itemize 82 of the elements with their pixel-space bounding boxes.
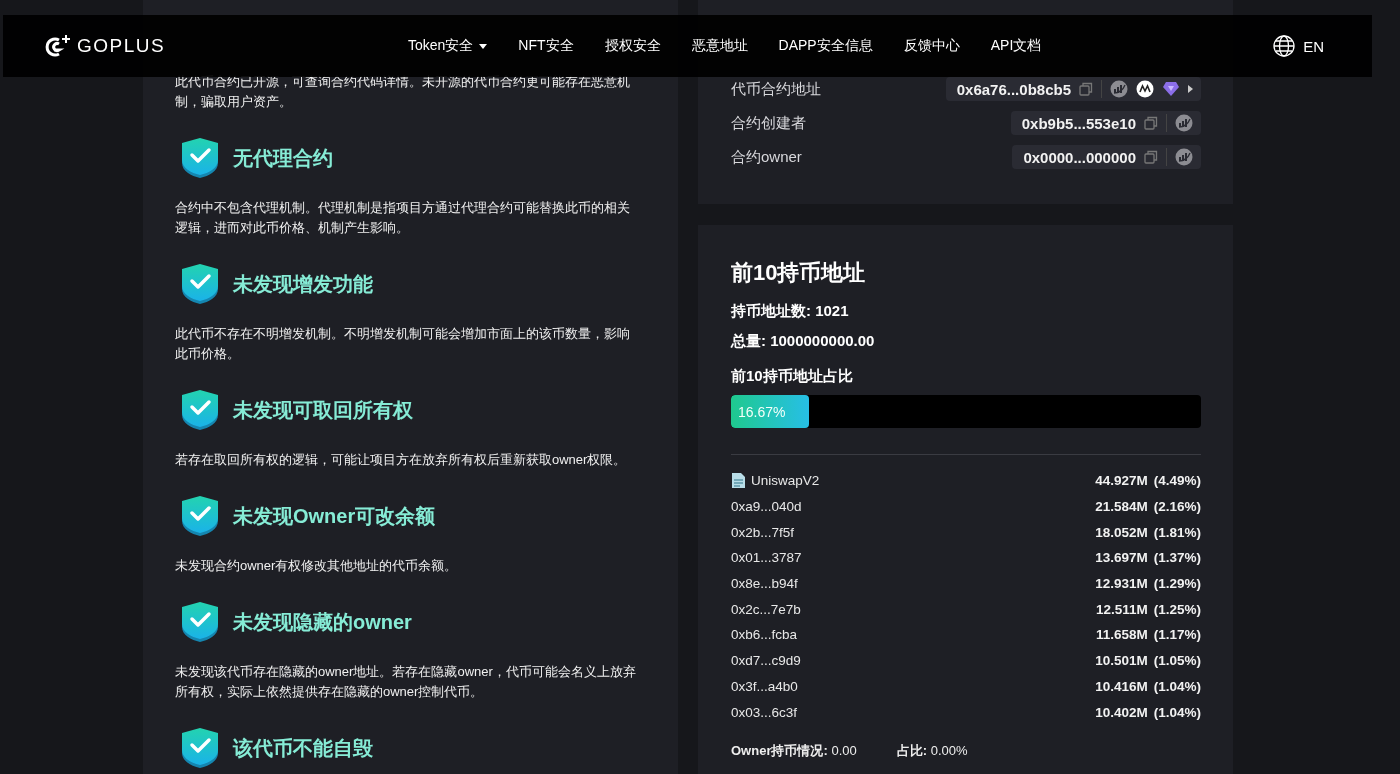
holder-address[interactable]: 0xb6...fcba bbox=[731, 627, 798, 643]
nav-link[interactable]: DAPP安全信息 bbox=[778, 37, 873, 55]
shield-check-icon bbox=[181, 495, 219, 537]
holder-percent: (2.16%) bbox=[1153, 499, 1201, 515]
holder-amount: 18.052M bbox=[1095, 524, 1148, 540]
check-description: 若存在取回所有权的逻辑，可能让项目方在放弃所有权后重新获取owner权限。 bbox=[175, 451, 628, 469]
copy-icon[interactable] bbox=[1144, 116, 1158, 130]
holder-percent: (4.49%) bbox=[1153, 473, 1201, 489]
document-icon bbox=[731, 472, 746, 490]
language-button[interactable]: EN bbox=[1273, 35, 1324, 57]
holder-amount: 10.402M bbox=[1095, 704, 1148, 720]
caret-icon[interactable] bbox=[1188, 85, 1193, 93]
address-value: 0xb9b5...553e10 bbox=[1021, 114, 1136, 132]
dropdown-caret-icon bbox=[479, 43, 488, 49]
holder-address[interactable]: 0x3f...a4b0 bbox=[731, 678, 798, 694]
owner-holding: Owner持币情况: 0.00 bbox=[731, 741, 857, 760]
info-label: 代币合约地址 bbox=[731, 79, 821, 99]
copy-icon[interactable] bbox=[1144, 150, 1158, 164]
holder-address[interactable]: 0x2c...7e7b bbox=[731, 601, 801, 617]
check-title: 未发现增发功能 bbox=[233, 271, 373, 297]
holders-title: 前10持币地址 bbox=[731, 259, 867, 287]
nav-link[interactable]: 恶意地址 bbox=[691, 37, 748, 55]
holder-address[interactable]: 0x01...3787 bbox=[731, 550, 802, 566]
explorer-icon[interactable] bbox=[1175, 148, 1193, 166]
globe-icon bbox=[1273, 35, 1296, 57]
check-description: 合约中不包含代理机制。代理机制是指项目方通过代理合约可能替换此币的相关逻辑，进而对此币价格、机制产生影响。 bbox=[175, 199, 631, 237]
logo-text: GOPLUS bbox=[77, 35, 166, 57]
address-value: 0x0000...000000 bbox=[1023, 148, 1136, 166]
shield-check-icon bbox=[181, 137, 219, 179]
holder-amount: 44.927M bbox=[1095, 473, 1148, 489]
check-description: 未发现该代币存在隐藏的owner地址。若存在隐藏owner，代币可能会名义上放弃所有权，实际上依然提供存在隐藏的owner控制代币。 bbox=[175, 663, 637, 701]
check-description: 此代币不存在不明增发机制。不明增发机制可能会增加市面上的该币数量，影响此币价格。 bbox=[175, 325, 631, 363]
explorer-icon[interactable] bbox=[1175, 114, 1193, 132]
shield-check-icon bbox=[181, 727, 219, 769]
holder-percent: (1.17%) bbox=[1153, 627, 1201, 643]
holder-percent: (1.29%) bbox=[1153, 576, 1201, 592]
holder-percent: (1.04%) bbox=[1153, 704, 1201, 720]
holder-percent: (1.04%) bbox=[1153, 678, 1201, 694]
market-icon[interactable] bbox=[1136, 80, 1154, 98]
address-value: 0x6a76...0b8cb5 bbox=[956, 80, 1071, 98]
nav-link[interactable]: 反馈中心 bbox=[903, 37, 960, 55]
holder-percent: (1.81%) bbox=[1153, 524, 1201, 540]
nav-link[interactable]: API文档 bbox=[990, 37, 1042, 55]
nav-link[interactable]: NFT安全 bbox=[518, 37, 574, 55]
holder-amount: 10.501M bbox=[1095, 653, 1148, 669]
holder-amount: 10.416M bbox=[1095, 678, 1148, 694]
holder-address[interactable]: 0x2b...7f5f bbox=[731, 524, 795, 540]
holder-address[interactable]: 0x03...6c3f bbox=[731, 704, 798, 720]
holder-percent: (1.37%) bbox=[1153, 550, 1201, 566]
check-description: 未发现合约owner有权修改其他地址的代币余额。 bbox=[175, 557, 459, 575]
holder-amount: 13.697M bbox=[1095, 550, 1148, 566]
shield-check-icon bbox=[181, 389, 219, 431]
check-title: 未发现可取回所有权 bbox=[233, 397, 413, 423]
total-supply: 总量: 1000000000.00 bbox=[731, 331, 876, 351]
holder-amount: 12.511M bbox=[1095, 601, 1148, 617]
holder-address[interactable]: 0xa9...040d bbox=[731, 499, 802, 515]
holder-address[interactable]: UniswapV2 bbox=[751, 473, 820, 489]
share-label: 前10持币地址占比 bbox=[731, 366, 854, 386]
holder-amount: 11.658M bbox=[1095, 627, 1148, 643]
shield-check-icon bbox=[181, 263, 219, 305]
explorer-icon[interactable] bbox=[1110, 80, 1128, 98]
copy-icon[interactable] bbox=[1079, 82, 1093, 96]
holder-percent: (1.25%) bbox=[1153, 601, 1201, 617]
info-label: 合约owner bbox=[731, 147, 802, 167]
holder-address[interactable]: 0xd7...c9d9 bbox=[731, 653, 801, 669]
check-title: 无代理合约 bbox=[233, 145, 333, 171]
shield-check-icon bbox=[181, 601, 219, 643]
holder-address[interactable]: 0x8e...b94f bbox=[731, 576, 798, 592]
check-description: 此代币合约已开源，可查询合约代码详情。未开源的代币合约更可能存在恶意机制，骗取用户资产。 bbox=[175, 73, 631, 111]
owner-share: 占比: 0.00% bbox=[896, 741, 968, 760]
check-title: 该代币不能自毁 bbox=[233, 735, 373, 761]
nav-link[interactable]: 授权安全 bbox=[604, 37, 661, 55]
check-title: 未发现隐藏的owner bbox=[233, 609, 412, 635]
nav-link[interactable]: Token安全 bbox=[408, 37, 488, 55]
holder-percent: (1.05%) bbox=[1153, 653, 1201, 669]
info-label: 合约创建者 bbox=[731, 113, 806, 133]
holder-amount: 21.584M bbox=[1095, 499, 1148, 515]
share-fill: 16.67% bbox=[731, 395, 810, 428]
check-title: 未发现Owner可改余额 bbox=[233, 503, 436, 529]
holder-count: 持币地址数: 1021 bbox=[731, 301, 850, 321]
diamond-icon[interactable] bbox=[1162, 81, 1180, 97]
holder-amount: 12.931M bbox=[1095, 576, 1148, 592]
